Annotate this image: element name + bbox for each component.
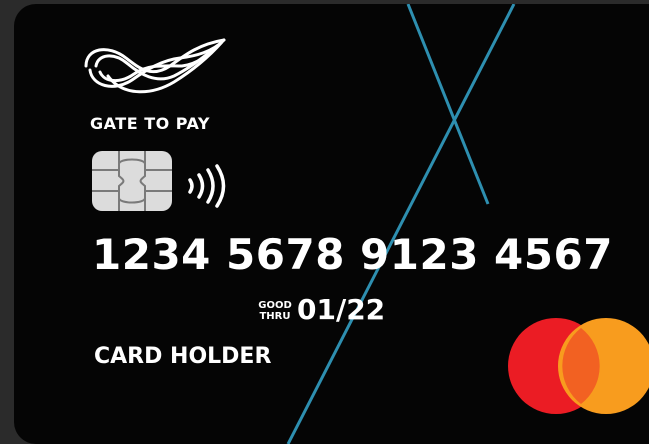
- card-holder-name: CARD HOLDER: [94, 344, 272, 369]
- infinity-logo-icon: [84, 38, 226, 94]
- expiry-date: 01/22: [297, 293, 386, 326]
- mastercard-overlap: [562, 328, 600, 404]
- contactless-icon: [188, 164, 226, 208]
- card-number: 1234 5678 9123 4567: [92, 230, 613, 279]
- good-thru-label: GOOD THRU: [258, 300, 292, 322]
- validity: GOOD THRU 01/22: [257, 293, 407, 330]
- emv-chip-icon: [92, 151, 172, 211]
- brand-name: GATE TO PAY: [90, 114, 210, 133]
- mastercard-logo-icon: [508, 318, 649, 414]
- payment-card: GATE TO PAY 1234 5678 9123 4567 GOOD THR…: [14, 4, 649, 444]
